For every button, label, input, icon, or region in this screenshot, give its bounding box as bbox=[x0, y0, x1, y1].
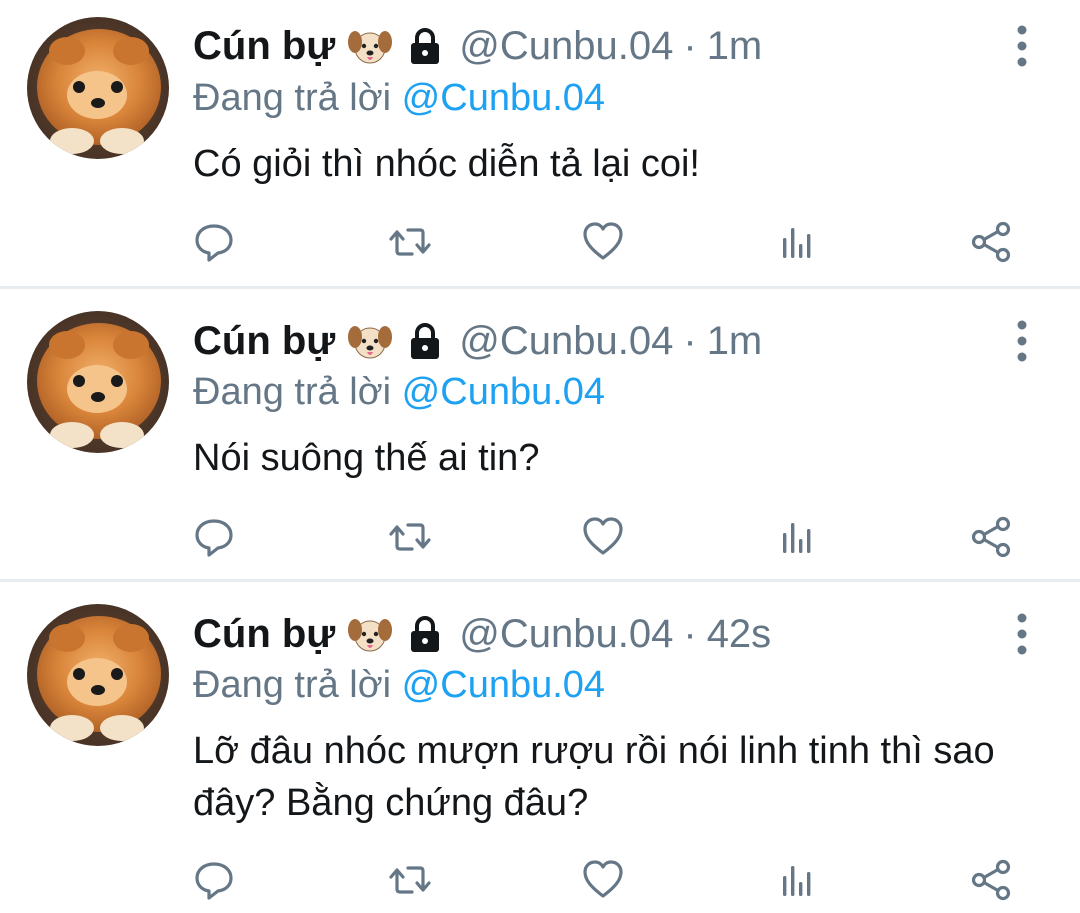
like-button[interactable] bbox=[575, 509, 631, 565]
user-handle[interactable]: @Cunbu.04 bbox=[459, 18, 673, 74]
avatar[interactable] bbox=[27, 604, 169, 746]
reply-icon bbox=[192, 515, 236, 559]
display-name[interactable]: Cún bự bbox=[193, 18, 335, 74]
like-icon bbox=[581, 220, 625, 264]
stats-icon bbox=[775, 858, 819, 902]
retweet-icon bbox=[388, 515, 432, 559]
replying-to: Đang trả lời @Cunbu.04 bbox=[193, 660, 605, 710]
stats-button[interactable] bbox=[769, 509, 825, 565]
replying-to-link[interactable]: @Cunbu.04 bbox=[402, 664, 605, 706]
like-icon bbox=[581, 858, 625, 902]
timestamp[interactable]: 1m bbox=[707, 18, 763, 74]
like-icon bbox=[581, 515, 625, 559]
share-icon bbox=[969, 515, 1013, 559]
tweet-text: Có giỏi thì nhóc diễn tả lại coi! bbox=[193, 143, 700, 185]
user-handle[interactable]: @Cunbu.04 bbox=[459, 606, 673, 662]
timestamp[interactable]: 1m bbox=[707, 313, 763, 369]
stats-icon bbox=[775, 220, 819, 264]
share-icon bbox=[969, 220, 1013, 264]
more-options-button[interactable] bbox=[1006, 606, 1038, 662]
reply-icon bbox=[192, 858, 236, 902]
tweet-text: Lỡ đâu nhóc mượn rượu rồi nói linh tinh … bbox=[193, 730, 995, 824]
replying-prefix: Đang trả lời bbox=[193, 664, 392, 706]
action-bar bbox=[0, 214, 1080, 270]
more-vertical-icon bbox=[1006, 18, 1038, 74]
share-icon bbox=[969, 858, 1013, 902]
display-name[interactable]: Cún bự bbox=[193, 606, 335, 662]
lock-icon bbox=[405, 321, 445, 361]
tweet-3[interactable]: Cún bự @Cunbu.04 · 42s Đang trả lời @Cun… bbox=[0, 582, 1080, 913]
avatar-image bbox=[27, 604, 169, 746]
more-options-button[interactable] bbox=[1006, 18, 1038, 74]
stats-icon bbox=[775, 515, 819, 559]
user-handle[interactable]: @Cunbu.04 bbox=[459, 313, 673, 369]
retweet-button[interactable] bbox=[382, 509, 438, 565]
retweet-icon bbox=[388, 220, 432, 264]
tweet-2[interactable]: Cún bự @Cunbu.04 · 1m Đang trả lời @Cunb… bbox=[0, 289, 1080, 579]
lock-icon bbox=[405, 614, 445, 654]
avatar-image bbox=[27, 17, 169, 159]
separator-dot: · bbox=[683, 612, 697, 656]
replying-to: Đang trả lời @Cunbu.04 bbox=[193, 367, 605, 417]
more-vertical-icon bbox=[1006, 313, 1038, 369]
action-bar bbox=[0, 852, 1080, 908]
retweet-button[interactable] bbox=[382, 852, 438, 908]
stats-button[interactable] bbox=[769, 852, 825, 908]
tweet-1[interactable]: Cún bự @Cunbu.04 · 1m Đang trả lời @Cunb… bbox=[0, 0, 1080, 286]
lock-icon bbox=[405, 26, 445, 66]
replying-to-link[interactable]: @Cunbu.04 bbox=[402, 77, 605, 119]
tweet-header: Cún bự @Cunbu.04 · 1m bbox=[193, 313, 762, 369]
separator-dot: · bbox=[683, 24, 697, 68]
stats-button[interactable] bbox=[769, 214, 825, 270]
reply-icon bbox=[192, 220, 236, 264]
retweet-icon bbox=[388, 858, 432, 902]
action-bar bbox=[0, 509, 1080, 565]
timestamp[interactable]: 42s bbox=[707, 606, 772, 662]
more-vertical-icon bbox=[1006, 606, 1038, 662]
dog-face-icon bbox=[347, 321, 393, 361]
share-button[interactable] bbox=[963, 509, 1019, 565]
tweet-text: Nói suông thế ai tin? bbox=[193, 437, 540, 479]
separator-dot: · bbox=[683, 319, 697, 363]
dog-face-icon bbox=[347, 26, 393, 66]
share-button[interactable] bbox=[963, 214, 1019, 270]
avatar[interactable] bbox=[27, 17, 169, 159]
avatar-image bbox=[27, 311, 169, 453]
tweet-feed: Cún bự @Cunbu.04 · 1m Đang trả lời @Cunb… bbox=[0, 0, 1080, 913]
replying-prefix: Đang trả lời bbox=[193, 371, 392, 413]
reply-button[interactable] bbox=[186, 852, 242, 908]
replying-to: Đang trả lời @Cunbu.04 bbox=[193, 73, 605, 123]
reply-button[interactable] bbox=[186, 214, 242, 270]
share-button[interactable] bbox=[963, 852, 1019, 908]
tweet-header: Cún bự @Cunbu.04 · 42s bbox=[193, 606, 771, 662]
like-button[interactable] bbox=[575, 852, 631, 908]
reply-button[interactable] bbox=[186, 509, 242, 565]
replying-to-link[interactable]: @Cunbu.04 bbox=[402, 371, 605, 413]
display-name[interactable]: Cún bự bbox=[193, 313, 335, 369]
like-button[interactable] bbox=[575, 214, 631, 270]
dog-face-icon bbox=[347, 614, 393, 654]
replying-prefix: Đang trả lời bbox=[193, 77, 392, 119]
retweet-button[interactable] bbox=[382, 214, 438, 270]
tweet-header: Cún bự @Cunbu.04 · 1m bbox=[193, 18, 762, 74]
avatar[interactable] bbox=[27, 311, 169, 453]
more-options-button[interactable] bbox=[1006, 313, 1038, 369]
